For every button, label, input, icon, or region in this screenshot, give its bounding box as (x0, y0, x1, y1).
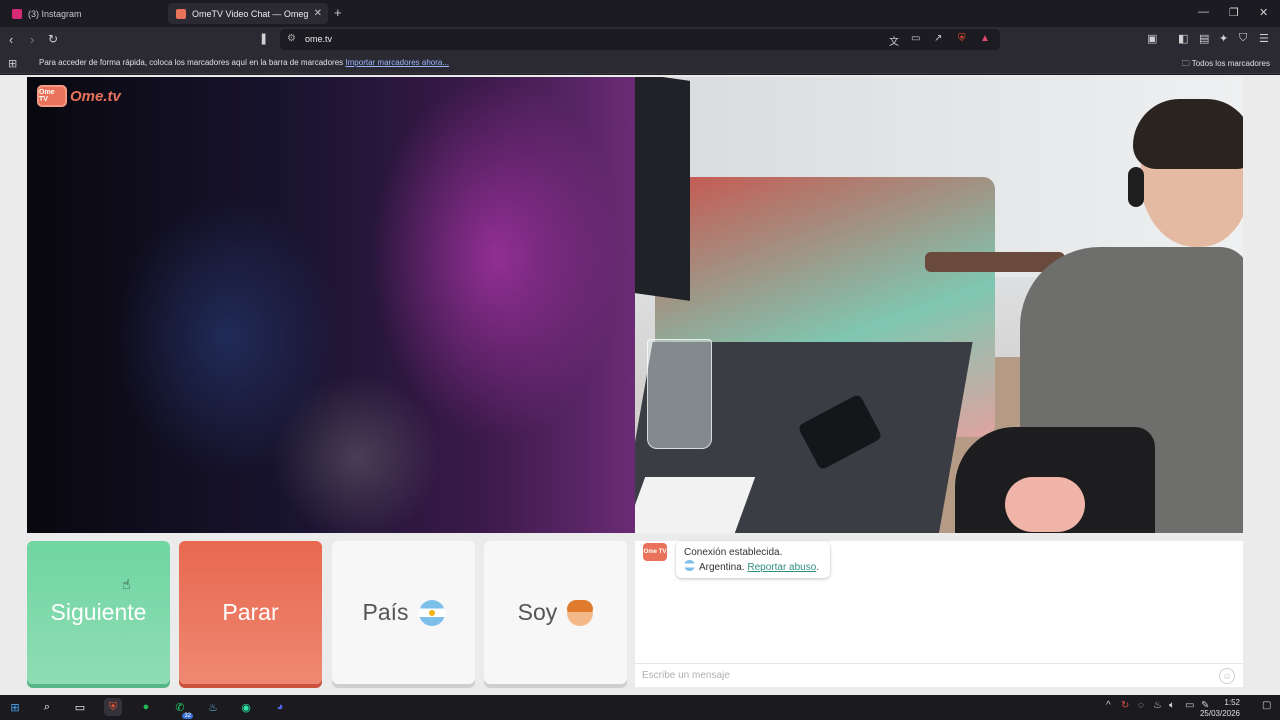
folder-icon: 🗀 (1181, 59, 1190, 68)
steam-icon[interactable]: ♨ (204, 698, 222, 716)
close-tab-icon[interactable]: ✕ (314, 8, 322, 19)
minimize-icon[interactable]: — (1198, 6, 1209, 18)
tray-app-icon[interactable]: ◌ (1138, 700, 1144, 711)
brave-icon[interactable]: ⛨ (104, 698, 122, 716)
country-label: País (362, 599, 409, 625)
site-info-icon[interactable]: ⚙ (287, 33, 296, 44)
spotify-icon[interactable]: ● (137, 698, 155, 716)
ometv-page: Ome TV Ome.tv Siguiente ☝ Parar País Soy (0, 75, 1280, 695)
notifications-icon[interactable]: ▢ (1262, 700, 1271, 711)
tray-steam-icon[interactable]: ♨ (1153, 700, 1162, 711)
display-icon[interactable]: ▭ (1185, 700, 1194, 711)
app-icon[interactable]: ◉ (237, 698, 255, 716)
report-suffix: . (816, 562, 820, 573)
tray-expand-icon[interactable]: ^ (1106, 700, 1111, 711)
nav-bar: ‹ › ↻ ❚ ⚙ ome.tv 文 ▭ ↗ ⛨ ▲ ▣ ◧ ▤ ✦ ⛉ ☰ (0, 27, 1280, 53)
forward-icon[interactable]: › (30, 32, 34, 47)
instagram-icon (12, 8, 22, 19)
media-icon[interactable]: ▣ (1147, 32, 1157, 45)
import-bookmarks-link[interactable]: Importar marcadores ahora... (345, 58, 449, 67)
connection-status: Conexión establecida. (684, 547, 783, 558)
next-button[interactable]: Siguiente ☝ (27, 541, 170, 684)
menu-icon[interactable]: ☰ (1259, 32, 1269, 45)
connection-message: Conexión establecida. Argentina. Reporta… (676, 541, 830, 578)
ometv-logo: Ome TV Ome.tv (37, 85, 121, 107)
share-icon[interactable]: ↗ (934, 33, 942, 44)
boy-avatar-icon (567, 599, 594, 626)
windows-start-icon[interactable]: ⊞ (6, 698, 24, 716)
apps-grid-icon[interactable]: ⊞ (8, 57, 17, 70)
clock[interactable]: 1:52 25/03/2026 (1200, 697, 1240, 719)
vpn-icon[interactable]: ⛉ (1239, 32, 1247, 45)
bookmark-icon[interactable]: ❚ (259, 32, 268, 45)
clock-date: 25/03/2026 (1199, 709, 1240, 718)
self-video (635, 77, 1243, 533)
next-label: Siguiente (50, 599, 147, 625)
country-name: Argentina. (699, 562, 745, 573)
translate-icon[interactable]: 文 (889, 33, 899, 48)
country-button[interactable]: País (332, 541, 475, 684)
url-text[interactable]: ome.tv (305, 34, 332, 44)
video-person-foot (1005, 477, 1085, 532)
back-icon[interactable]: ‹ (9, 32, 13, 47)
ometv-chat-icon: Ome TV (643, 543, 667, 561)
gender-button[interactable]: Soy (484, 541, 627, 684)
task-view-icon[interactable]: ▭ (71, 698, 89, 716)
chat-input-bar: ☺ (635, 663, 1243, 687)
stop-label: Parar (222, 599, 279, 625)
restore-icon[interactable]: ❐ (1229, 6, 1239, 19)
brave-rewards-icon[interactable]: ▲ (980, 33, 990, 44)
gender-label: Soy (517, 599, 558, 625)
discord-icon[interactable]: ◕ (271, 698, 289, 716)
tab-title: (3) Instagram (28, 8, 82, 19)
tray-sync-icon[interactable]: ↻ (1121, 700, 1129, 711)
brave-shield-icon[interactable]: ⛨ (958, 33, 966, 44)
reload-icon[interactable]: ↻ (48, 32, 58, 46)
chat-message: Ome TV Conexión establecida. Argentina. … (635, 541, 1243, 581)
bookmarks-bar: ⊞ Para acceder de forma rápida, coloca l… (0, 53, 1280, 74)
video-person-hair (1133, 99, 1243, 169)
video-monitor (635, 77, 690, 301)
bookmarks-hint: Para acceder de forma rápida, coloca los… (39, 58, 449, 67)
new-tab-button[interactable]: + (334, 5, 342, 20)
chat-panel: Ome TV Conexión establecida. Argentina. … (635, 541, 1243, 687)
all-bookmarks-button[interactable]: 🗀 Todos los marcadores (1182, 58, 1270, 72)
search-icon[interactable]: ⌕ (38, 698, 56, 716)
whatsapp-badge: 32 (182, 713, 193, 719)
logo-brand: Ome.tv (70, 87, 121, 105)
country-line: Argentina. Reportar abuso. (684, 560, 822, 575)
message-input[interactable] (642, 664, 1202, 686)
address-bar[interactable]: ⚙ ome.tv 文 ▭ ↗ ⛨ ▲ (280, 29, 1000, 50)
tab-ometv[interactable]: OmeTV Video Chat — Omeg ✕ (168, 3, 328, 24)
argentina-flag-icon (418, 599, 445, 626)
hand-cursor-icon: ☝ (122, 576, 131, 592)
tab-bar: (3) Instagram OmeTV Video Chat — Omeg ✕ … (0, 0, 1280, 27)
taskbar: ⊞ ⌕ ▭ ⛨ ● ✆ 32 ♨ ◉ ◕ ^ ↻ ◌ ♨ 🔈︎ ▭ ✎ 1:52 … (0, 695, 1280, 720)
volume-icon[interactable]: 🔈︎ (1169, 700, 1175, 711)
whatsapp-icon[interactable]: ✆ 32 (171, 698, 193, 719)
bookmarks-hint-text: Para acceder de forma rápida, coloca los… (39, 58, 344, 67)
video-headset (1128, 167, 1144, 207)
tab-title: OmeTV Video Chat — Omeg (192, 8, 309, 19)
clock-time: 1:52 (1224, 698, 1240, 707)
ometv-icon (176, 8, 186, 19)
argentina-flag-icon (684, 560, 695, 571)
close-window-icon[interactable]: ✕ (1259, 6, 1268, 19)
emoji-icon[interactable]: ☺ (1219, 668, 1235, 684)
video-keyboard (635, 477, 756, 533)
report-abuse-link[interactable]: Reportar abuso (747, 562, 816, 573)
video-glass (647, 339, 712, 449)
all-bookmarks-label: Todos los marcadores (1191, 59, 1270, 68)
stranger-video: Ome TV Ome.tv (27, 77, 635, 533)
tab-instagram[interactable]: (3) Instagram (4, 3, 164, 24)
logo-tv-icon: Ome TV (37, 85, 67, 107)
sidebar-icon[interactable]: ◧ (1178, 32, 1188, 45)
cast-icon[interactable]: ▭ (911, 33, 920, 44)
leo-ai-icon[interactable]: ✦ (1219, 32, 1228, 45)
wallet-icon[interactable]: ▤ (1199, 32, 1209, 45)
stop-button[interactable]: Parar (179, 541, 322, 684)
